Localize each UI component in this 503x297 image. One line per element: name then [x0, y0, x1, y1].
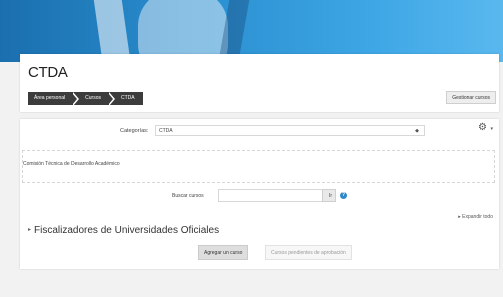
expand-triangle-icon: ▸	[28, 227, 32, 233]
chevron-down-icon[interactable]: ▾	[490, 126, 493, 132]
search-go-button[interactable]: Ir	[322, 189, 336, 202]
page-header: CTDA Área personal Cursos CTDA Gestionar…	[20, 54, 499, 112]
category-heading[interactable]: ▸ Fiscalizadores de Universidades Oficial…	[28, 225, 219, 236]
gear-icon[interactable]: ⚙	[478, 122, 487, 133]
category-description: Comisión Técnica de Desarrollo Académico	[23, 161, 120, 167]
category-select-value: CTDA	[159, 128, 173, 134]
breadcrumb-item-home[interactable]: Área personal	[28, 92, 73, 105]
help-icon[interactable]: ?	[340, 192, 347, 199]
expand-all-label: Expandir todo	[462, 214, 493, 220]
page-title: CTDA	[28, 64, 68, 81]
search-label: Buscar cursos	[172, 193, 204, 199]
expand-all-link[interactable]: ▸ Expandir todo	[458, 214, 493, 220]
breadcrumb-item-courses[interactable]: Cursos	[79, 92, 109, 105]
main-content: Categorías: CTDA ◆ ⚙ ▾ Comisión Técnica …	[20, 119, 499, 269]
banner-decoration	[138, 0, 228, 62]
breadcrumb-item-current[interactable]: CTDA	[115, 92, 143, 105]
add-course-button[interactable]: Agregar un curso	[198, 245, 249, 260]
select-caret-icon: ◆	[415, 128, 419, 134]
manage-courses-button[interactable]: Gestionar cursos	[446, 91, 496, 104]
pending-courses-button[interactable]: Cursos pendientes de aprobación	[265, 245, 352, 260]
banner-decoration	[92, 0, 132, 62]
category-heading-text: Fiscalizadores de Universidades Oficiale…	[34, 225, 220, 236]
category-select[interactable]: CTDA ◆	[155, 125, 425, 136]
category-description-box: Comisión Técnica de Desarrollo Académico	[22, 150, 495, 183]
category-label: Categorías:	[120, 128, 149, 134]
breadcrumb: Área personal Cursos CTDA	[28, 91, 143, 106]
search-input[interactable]	[218, 189, 323, 202]
header-banner	[0, 0, 503, 62]
